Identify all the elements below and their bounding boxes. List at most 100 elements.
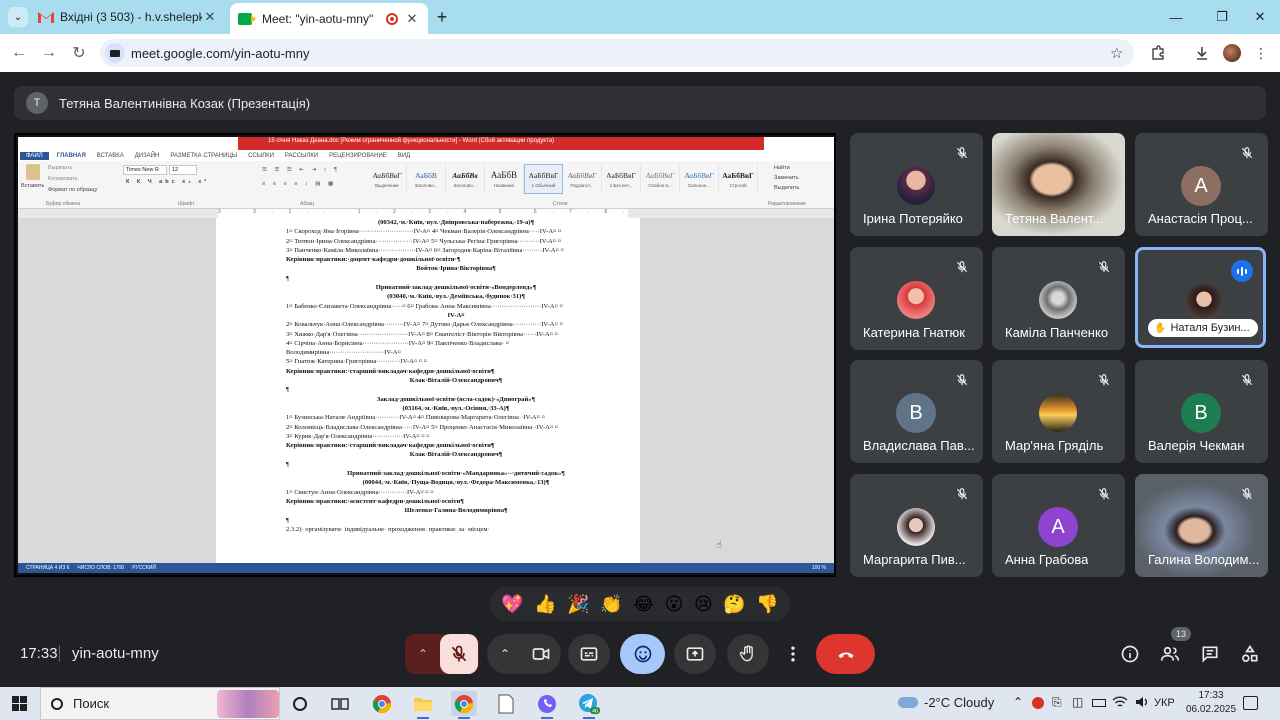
site-info-icon[interactable] [105, 43, 125, 63]
captions-button[interactable] [568, 634, 610, 674]
address-bar[interactable]: meet.google.com/yin-aotu-mny ☆ [100, 39, 1134, 67]
participant-tile[interactable]: Катерина Гнатюк [850, 247, 983, 350]
participant-tile[interactable]: Каміла Панченко [992, 247, 1125, 350]
viber-icon[interactable] [534, 691, 560, 719]
weather-text: -2°C Cloudy [924, 695, 995, 710]
downloads-icon[interactable] [1191, 42, 1213, 64]
close-tab-icon[interactable]: ✕ [404, 11, 420, 27]
back-icon[interactable]: ← [8, 42, 30, 64]
word-style-item: АаБбВвГ Сильное... [680, 164, 719, 194]
document-line: (03164,·м.·Київ,·вул.·Осіння,·33-А)¶ [402, 404, 510, 412]
extensions-icon[interactable] [1147, 42, 1169, 64]
file-explorer-icon[interactable] [410, 691, 436, 719]
participant-tile[interactable]: Мар'яна Гряділь [992, 360, 1125, 463]
reaction-emoji-button[interactable]: 👍 [534, 594, 556, 614]
cortana-icon[interactable] [287, 691, 313, 716]
profile-avatar[interactable] [1223, 44, 1241, 62]
reaction-emoji-button[interactable]: 💖 [501, 594, 523, 614]
tray-chevron-icon[interactable]: ⌃ [1013, 695, 1023, 709]
participant-tile[interactable]: В Валерія Чекман [1135, 360, 1268, 463]
tab-search-dropdown[interactable]: ⌄ [8, 7, 28, 27]
system-clock[interactable]: 17:33 06.02.2025 [1186, 689, 1236, 717]
present-screen-button[interactable] [674, 634, 716, 674]
raise-hand-button[interactable] [727, 634, 769, 674]
unmute-microphone-button[interactable] [440, 634, 478, 674]
maximize-button[interactable]: ❐ [1208, 6, 1236, 28]
bookmark-star-icon[interactable]: ☆ [1110, 44, 1134, 62]
wifi-icon[interactable] [1112, 695, 1128, 712]
reaction-emoji-button[interactable]: 😮 [665, 594, 684, 614]
mic-off-icon [955, 487, 969, 501]
input-language[interactable]: УКР [1154, 697, 1175, 709]
task-view-icon[interactable] [327, 691, 353, 716]
reaction-emoji-button[interactable]: 😢 [694, 594, 713, 614]
participant-name: Маргарита Пив... [863, 552, 966, 567]
reaction-emoji-button[interactable]: 😂 [633, 594, 654, 614]
participant-name: Наталя Бузин... [1170, 322, 1250, 334]
people-button[interactable] [1158, 642, 1182, 666]
tray-camera-icon[interactable]: ◫ [1072, 695, 1083, 709]
forward-icon[interactable]: → [38, 42, 60, 64]
participant-tile[interactable]: Маргарита Пив... [850, 474, 983, 577]
telegram-icon[interactable]: 46 [576, 691, 602, 719]
notifications-icon[interactable] [1243, 696, 1258, 710]
minimize-button[interactable]: — [1162, 6, 1190, 28]
meeting-details-button[interactable] [1118, 642, 1142, 666]
new-tab-button[interactable]: + [432, 7, 452, 27]
word-font-name: Times New R [123, 165, 167, 175]
activities-button[interactable] [1238, 642, 1262, 666]
activities-icon [1242, 644, 1258, 662]
tray-meet-icon[interactable]: ⎘ [1052, 695, 1062, 710]
reaction-emoji-button[interactable]: 👏 [600, 594, 622, 614]
participant-tile[interactable]: ✋ Наталя Бузин... [1135, 247, 1266, 348]
send-reaction-button[interactable] [620, 634, 665, 674]
windows-start-icon[interactable] [12, 696, 27, 711]
word-title-bar: 15 січня Наказ Деана.doc [Режим ограниче… [18, 137, 834, 150]
participant-tile[interactable]: А Анна Грабова [992, 474, 1125, 577]
participant-name: Анастасія Проц... [1148, 211, 1253, 226]
audio-settings-chevron-icon[interactable]: ⌃ [406, 647, 440, 661]
divider [59, 645, 60, 662]
participant-tile[interactable]: А Анастасія Проц... [1135, 133, 1268, 236]
reaction-emoji-button[interactable]: 👎 [756, 594, 778, 614]
document-line: 4¤ Сірчіна·Анна·Борисівна···············… [286, 339, 509, 347]
tab-meet[interactable]: Meet: "yin-aotu-mny" ✕ [230, 3, 428, 34]
participant-tile[interactable]: Галина Володим... [1135, 474, 1268, 577]
document-line: 3¤ Хижко·Дар'я·Олегівна·················… [286, 330, 558, 338]
participant-tile[interactable]: В Владислава Пав... [850, 360, 983, 463]
video-settings-chevron-icon[interactable]: ⌃ [488, 647, 522, 661]
taskbar-search-box[interactable]: Поиск [40, 687, 280, 720]
chrome-running-icon[interactable] [451, 691, 477, 719]
menu-icon[interactable]: ⋮ [1250, 42, 1272, 64]
word-styles-group: Стили [553, 201, 568, 207]
document-line: Заклад·дошкільної·освіти·(ясла-садок)·«Д… [376, 395, 536, 403]
participant-tile[interactable]: Ірина Потеряйко [850, 133, 983, 236]
reaction-emoji-button[interactable]: 🎉 [567, 594, 589, 614]
close-window-button[interactable]: ✕ [1246, 6, 1274, 28]
battery-icon[interactable] [1092, 699, 1106, 707]
hang-up-icon [838, 652, 853, 659]
more-options-button[interactable] [777, 634, 809, 674]
emoji-icon [634, 645, 651, 663]
document-line: Керівник·практики:·старший·викладач·кафе… [286, 367, 495, 375]
participant-name: Мар'яна Гряділь [1005, 438, 1104, 453]
chat-button[interactable] [1198, 642, 1222, 666]
notepad-icon[interactable] [493, 691, 519, 716]
participant-photo [897, 167, 935, 205]
tab-gmail[interactable]: Вхідні (3 503) - h.v.shelepko@u ✕ [30, 3, 226, 31]
reload-icon[interactable]: ↻ [68, 42, 90, 64]
chrome-icon[interactable] [369, 691, 395, 716]
url-text[interactable]: meet.google.com/yin-aotu-mny [131, 46, 1110, 61]
tray-app-icon[interactable] [1032, 697, 1044, 709]
close-tab-icon[interactable]: ✕ [202, 9, 218, 25]
weather-widget[interactable]: -2°C Cloudy [898, 695, 994, 710]
word-ribbon: Вставить Вырезать Копировать Формат по о… [18, 161, 834, 209]
volume-icon[interactable] [1134, 695, 1150, 712]
camera-button[interactable] [522, 644, 560, 664]
participant-tile[interactable]: Тетяна Валент... [992, 133, 1125, 236]
document-line: 3¤ Курик·Дар'я·Олександрівна············… [286, 432, 430, 440]
raise-hand-icon [739, 645, 753, 662]
reaction-emoji-button[interactable]: 🤔 [723, 594, 745, 614]
leave-call-button[interactable] [816, 634, 875, 674]
word-style-item: АаБбВ Название [485, 164, 524, 194]
